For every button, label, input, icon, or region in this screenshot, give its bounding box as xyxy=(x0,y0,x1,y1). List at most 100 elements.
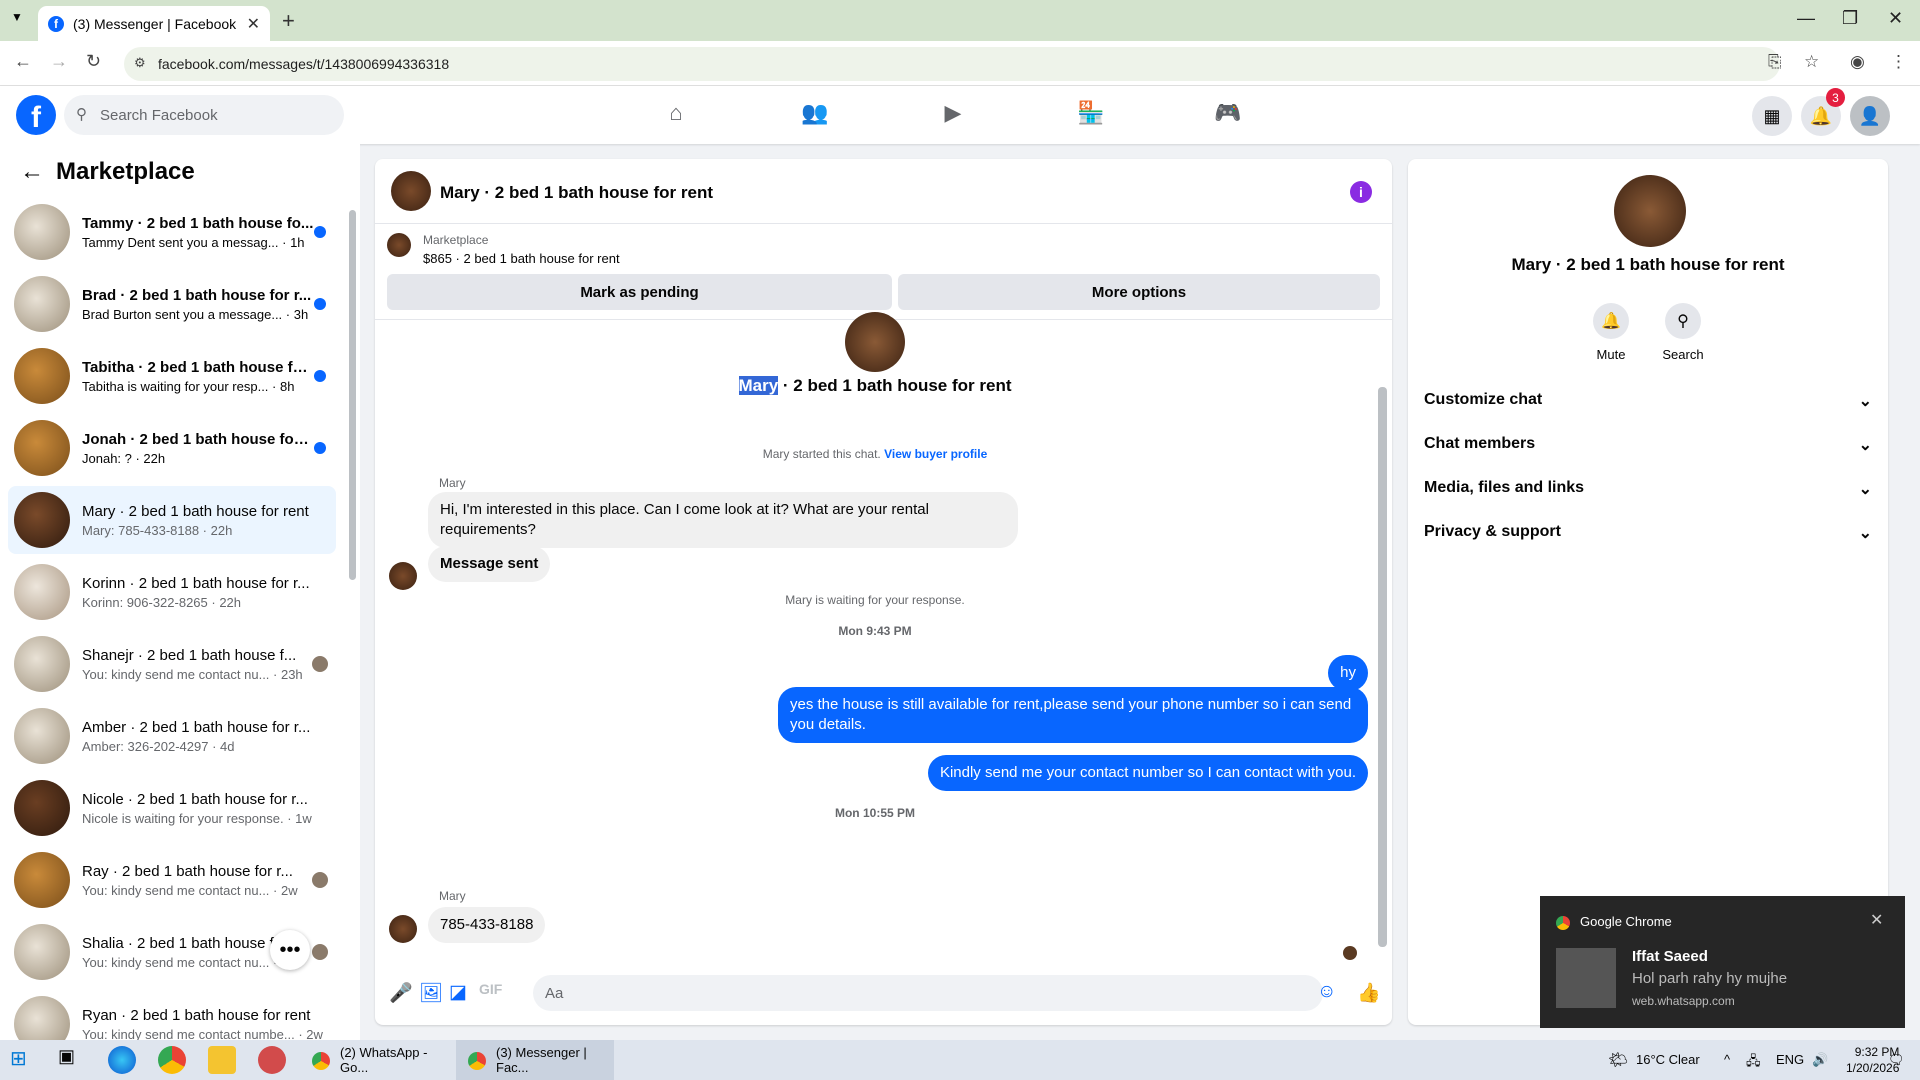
conversation-row[interactable]: Mary · 2 bed 1 bath house for rent Mary: … xyxy=(8,486,336,554)
windows-taskbar: ⊞ ▣ (2) WhatsApp - Go... (3) Messenger |… xyxy=(0,1040,1920,1080)
more-options-button[interactable]: More options xyxy=(898,274,1380,310)
tab-close-icon[interactable]: ✕ xyxy=(247,14,260,34)
task-view-icon[interactable]: ▣ xyxy=(58,1046,86,1074)
incoming-message[interactable]: 785-433-8188 xyxy=(428,907,546,943)
search-input[interactable]: ⚲ Search Facebook xyxy=(64,95,344,135)
account-avatar[interactable]: 👤 xyxy=(1850,96,1890,136)
facebook-logo-icon[interactable]: f xyxy=(16,95,56,135)
close-window-icon[interactable]: ✕ xyxy=(1888,8,1903,29)
taskbar-whatsapp-window[interactable]: (2) WhatsApp - Go... xyxy=(300,1040,452,1080)
conversation-row[interactable]: Tabitha · 2 bed 1 bath house fo... Tabith… xyxy=(8,342,336,410)
weather-text[interactable]: 16°C Clear xyxy=(1636,1052,1700,1067)
chat-title[interactable]: Mary · 2 bed 1 bath house for rent xyxy=(440,183,713,203)
conversation-text: Tammy · 2 bed 1 bath house fo... Tammy De… xyxy=(82,215,314,250)
friends-icon[interactable]: 👥 xyxy=(800,100,830,130)
sender-avatar[interactable] xyxy=(389,562,417,590)
sidebar-scrollbar[interactable] xyxy=(349,210,356,580)
back-icon[interactable]: ← xyxy=(14,51,32,72)
back-arrow-icon[interactable]: ← xyxy=(20,158,44,186)
notification-center-icon[interactable]: 🗨 xyxy=(1888,1052,1905,1068)
profile-icon[interactable]: ◉ xyxy=(1850,52,1865,72)
conversation-row[interactable]: Ray · 2 bed 1 bath house for r... You: ki… xyxy=(8,846,336,914)
mute-label: Mute xyxy=(1596,347,1626,362)
view-buyer-profile-link[interactable]: View buyer profile xyxy=(884,447,987,461)
mute-button[interactable]: 🔔 Mute xyxy=(1581,303,1641,362)
customize-chat-section[interactable]: Customize chat ⌄ xyxy=(1424,391,1872,411)
sticker-icon[interactable]: ◪ xyxy=(449,981,467,1004)
conversation-preview: Jonah: ? · 22h xyxy=(82,450,166,466)
chrome-notification[interactable]: Google Chrome ✕ Iffat Saeed Hol parh rah… xyxy=(1540,896,1905,1028)
microphone-icon[interactable]: 🎤 xyxy=(389,981,413,1005)
minimize-icon[interactable]: — xyxy=(1797,8,1815,29)
message-input[interactable]: Aa xyxy=(533,975,1323,1011)
unread-dot xyxy=(314,370,326,382)
chrome-taskbar-icon[interactable] xyxy=(158,1046,186,1074)
windows-start-icon[interactable]: ⊞ xyxy=(10,1046,38,1074)
volume-icon[interactable]: 🔊 xyxy=(1812,1052,1828,1068)
gif-icon[interactable]: GIF xyxy=(479,981,502,997)
listing-thumbnail xyxy=(14,348,70,404)
home-icon[interactable]: ⌂ xyxy=(661,100,691,130)
taskbar-messenger-window[interactable]: (3) Messenger | Fac... xyxy=(456,1040,614,1080)
conversation-row[interactable]: Brad · 2 bed 1 bath house for r... Brad B… xyxy=(8,270,336,338)
file-explorer-icon[interactable] xyxy=(208,1046,236,1074)
seen-avatar xyxy=(312,944,328,960)
address-bar[interactable]: ⚙ facebook.com/messages/t/14380069943363… xyxy=(124,47,1780,81)
outgoing-message[interactable]: Kindly send me your contact number so I … xyxy=(927,755,1368,791)
search-placeholder: Search Facebook xyxy=(100,106,218,124)
tab-messenger[interactable]: f (3) Messenger | Facebook ✕ xyxy=(38,6,270,41)
edge-icon[interactable] xyxy=(108,1046,136,1074)
sender-name: Mary xyxy=(439,889,466,903)
chat-avatar[interactable] xyxy=(391,171,431,211)
conversation-text: Tabitha · 2 bed 1 bath house fo... Tabith… xyxy=(82,359,314,394)
conversation-row[interactable]: Shanejr · 2 bed 1 bath house f... You: ki… xyxy=(8,630,336,698)
conversation-row[interactable]: Korinn · 2 bed 1 bath house for r... Kori… xyxy=(8,558,336,626)
search-in-chat-button[interactable]: ⚲ Search xyxy=(1653,303,1713,362)
conversation-preview: Mary: 785-433-8188 · 22h xyxy=(82,522,233,538)
bookmark-star-icon[interactable]: ☆ xyxy=(1804,52,1819,72)
details-title: Mary · 2 bed 1 bath house for rent xyxy=(1511,255,1785,274)
new-tab-button[interactable]: + xyxy=(282,8,295,34)
listing-price[interactable]: $865 · 2 bed 1 bath house for rent xyxy=(423,251,620,266)
conversation-preview: Amber: 326-202-4297 · 4d xyxy=(82,738,235,754)
incoming-message[interactable]: Message sent xyxy=(428,546,551,582)
info-icon[interactable]: i xyxy=(1350,181,1372,203)
reload-icon[interactable]: ↻ xyxy=(86,51,101,72)
site-info-icon[interactable]: ⚙ xyxy=(134,55,146,71)
conversation-text: Ray · 2 bed 1 bath house for r... You: ki… xyxy=(82,863,312,898)
conversation-row[interactable]: Jonah · 2 bed 1 bath house for ... Jonah:… xyxy=(8,414,336,482)
incoming-message[interactable]: Hi, I'm interested in this place. Can I … xyxy=(428,492,1018,548)
menu-grid-icon[interactable]: ▦ xyxy=(1752,96,1792,136)
section-label: Customize chat xyxy=(1424,391,1543,408)
outgoing-message[interactable]: hy xyxy=(1328,655,1368,691)
close-icon[interactable]: ✕ xyxy=(1870,910,1883,930)
photo-icon[interactable]: 🖼 xyxy=(419,981,443,1005)
listing-thumbnail[interactable] xyxy=(387,233,411,257)
marketplace-icon[interactable]: 🏪 xyxy=(1076,100,1106,130)
sender-avatar[interactable] xyxy=(389,915,417,943)
conversation-row[interactable]: Nicole · 2 bed 1 bath house for r... Nico… xyxy=(8,774,336,842)
like-thumb-icon[interactable]: 👍 xyxy=(1357,981,1381,1005)
chat-members-section[interactable]: Chat members ⌄ xyxy=(1424,435,1872,455)
chat-scrollbar[interactable] xyxy=(1378,387,1387,947)
emoji-icon[interactable]: ☺ xyxy=(1317,981,1336,1003)
video-icon[interactable]: ▶ xyxy=(938,100,968,130)
tray-chevron-icon[interactable]: ^ xyxy=(1724,1052,1730,1067)
chrome-menu-icon[interactable]: ⋮ xyxy=(1890,52,1907,72)
app-icon[interactable] xyxy=(258,1046,286,1074)
gaming-icon[interactable]: 🎮 xyxy=(1213,100,1243,130)
privacy-support-section[interactable]: Privacy & support ⌄ xyxy=(1424,523,1872,543)
outgoing-message[interactable]: yes the house is still available for ren… xyxy=(778,687,1368,743)
install-app-icon[interactable]: ⎘ xyxy=(1768,52,1782,72)
language-indicator[interactable]: ENG xyxy=(1776,1052,1804,1067)
forward-icon[interactable]: → xyxy=(50,51,68,72)
more-options-icon[interactable]: ••• xyxy=(270,930,310,970)
media-files-section[interactable]: Media, files and links ⌄ xyxy=(1424,479,1872,499)
listing-thumbnail xyxy=(14,204,70,260)
network-icon[interactable]: 🖧 xyxy=(1746,1052,1761,1074)
restore-icon[interactable]: ❐ xyxy=(1842,8,1858,29)
conversation-row[interactable]: Tammy · 2 bed 1 bath house fo... Tammy De… xyxy=(8,198,336,266)
mark-as-pending-button[interactable]: Mark as pending xyxy=(387,274,892,310)
tab-search-icon[interactable]: ▼ xyxy=(11,10,23,24)
conversation-row[interactable]: Amber · 2 bed 1 bath house for r... Amber… xyxy=(8,702,336,770)
